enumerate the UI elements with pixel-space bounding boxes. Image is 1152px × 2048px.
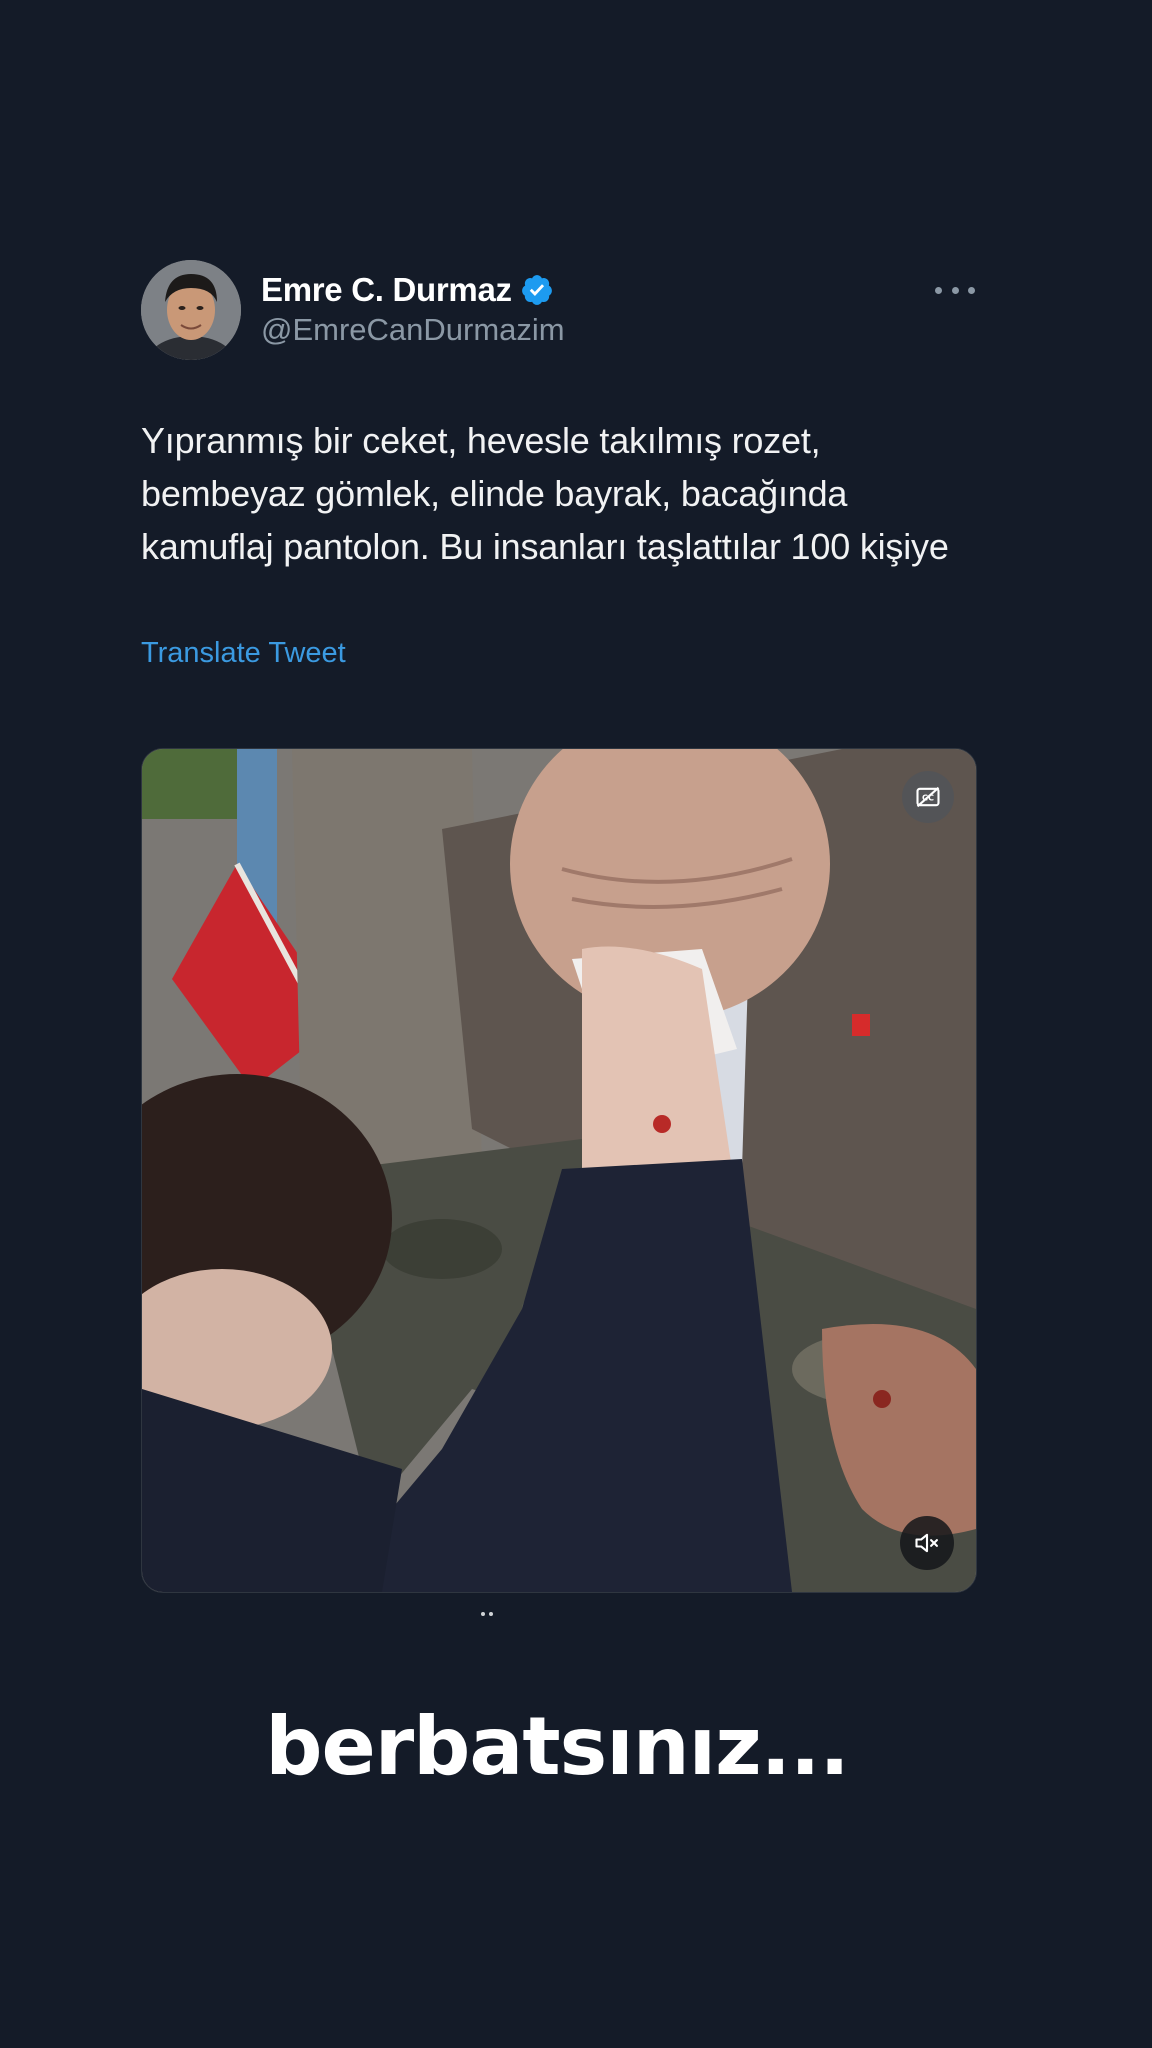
tweet-header: Emre C. Durmaz @EmreCanDurmazim [141,260,975,360]
translate-tweet-link[interactable]: Translate Tweet [141,637,346,670]
more-options-icon[interactable] [935,280,975,300]
speaker-muted-icon [915,1533,938,1553]
avatar-image [141,260,241,360]
avatar[interactable] [141,260,241,360]
author-names: Emre C. Durmaz @EmreCanDurmazim [261,270,565,348]
captions-off-icon: CC [916,786,940,808]
tweet-card: Emre C. Durmaz @EmreCanDurmazim Yıpranmı… [141,260,975,670]
overlay-caption: berbatsınız... [265,1700,850,1793]
tweet-text: Yıpranmış bir ceket, hevesle takılmış ro… [141,420,949,567]
captions-button[interactable]: CC [902,771,954,823]
mute-button[interactable] [900,1516,954,1570]
tweet-video[interactable]: CC [141,748,977,1593]
page-indicator [481,1612,493,1616]
video-frame [142,749,976,1592]
author-handle[interactable]: @EmreCanDurmazim [261,312,565,348]
display-name[interactable]: Emre C. Durmaz [261,271,512,309]
verified-badge-icon [521,275,552,305]
